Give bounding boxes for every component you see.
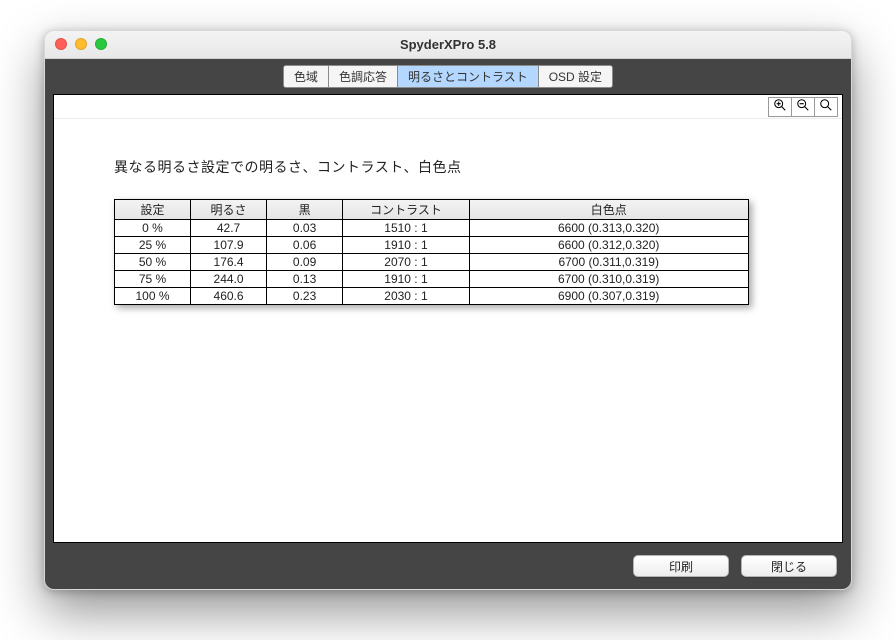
cell-4-0: 100 % bbox=[115, 288, 191, 305]
cell-4-4: 6900 (0.307,0.319) bbox=[469, 288, 748, 305]
magnifier-icon bbox=[819, 98, 833, 115]
table-row: 100 %460.60.232030 : 16900 (0.307,0.319) bbox=[115, 288, 749, 305]
cell-1-1: 107.9 bbox=[191, 237, 267, 254]
col-header-4: 白色点 bbox=[469, 200, 748, 220]
window-controls bbox=[55, 38, 107, 50]
table-row: 75 %244.00.131910 : 16700 (0.310,0.319) bbox=[115, 271, 749, 288]
zoom-window-button[interactable] bbox=[95, 38, 107, 50]
window-title: SpyderXPro 5.8 bbox=[400, 37, 496, 52]
cell-0-3: 1510 : 1 bbox=[343, 220, 470, 237]
report-page: 異なる明るさ設定での明るさ、コントラスト、白色点 設定明るさ黒コントラスト白色点… bbox=[54, 119, 842, 542]
cell-1-2: 0.06 bbox=[267, 237, 343, 254]
tab-3[interactable]: OSD 設定 bbox=[539, 66, 612, 87]
close-button[interactable]: 閉じる bbox=[741, 555, 837, 577]
brightness-table: 設定明るさ黒コントラスト白色点 0 %42.70.031510 : 16600 … bbox=[114, 199, 749, 305]
col-header-0: 設定 bbox=[115, 200, 191, 220]
cell-2-1: 176.4 bbox=[191, 254, 267, 271]
close-window-button[interactable] bbox=[55, 38, 67, 50]
zoom-out-button[interactable] bbox=[791, 97, 815, 117]
cell-4-1: 460.6 bbox=[191, 288, 267, 305]
report-viewer: 異なる明るさ設定での明るさ、コントラスト、白色点 設定明るさ黒コントラスト白色点… bbox=[53, 94, 843, 543]
zoom-fit-button[interactable] bbox=[814, 97, 838, 117]
cell-0-4: 6600 (0.313,0.320) bbox=[469, 220, 748, 237]
cell-3-3: 1910 : 1 bbox=[343, 271, 470, 288]
zoom-out-icon bbox=[796, 98, 810, 115]
tab-2[interactable]: 明るさとコントラスト bbox=[398, 66, 539, 87]
cell-2-2: 0.09 bbox=[267, 254, 343, 271]
tab-1[interactable]: 色調応答 bbox=[329, 66, 398, 87]
cell-2-3: 2070 : 1 bbox=[343, 254, 470, 271]
cell-3-0: 75 % bbox=[115, 271, 191, 288]
cell-3-1: 244.0 bbox=[191, 271, 267, 288]
cell-1-3: 1910 : 1 bbox=[343, 237, 470, 254]
cell-0-2: 0.03 bbox=[267, 220, 343, 237]
app-window: SpyderXPro 5.8 色域色調応答明るさとコントラストOSD 設定 bbox=[44, 30, 852, 590]
titlebar: SpyderXPro 5.8 bbox=[45, 31, 851, 59]
cell-0-1: 42.7 bbox=[191, 220, 267, 237]
tabbar: 色域色調応答明るさとコントラストOSD 設定 bbox=[283, 65, 613, 88]
data-table-wrapper: 設定明るさ黒コントラスト白色点 0 %42.70.031510 : 16600 … bbox=[114, 199, 749, 305]
minimize-window-button[interactable] bbox=[75, 38, 87, 50]
footer: 印刷 閉じる bbox=[53, 543, 843, 577]
tab-0[interactable]: 色域 bbox=[284, 66, 329, 87]
cell-1-4: 6600 (0.312,0.320) bbox=[469, 237, 748, 254]
cell-2-4: 6700 (0.311,0.319) bbox=[469, 254, 748, 271]
print-button[interactable]: 印刷 bbox=[633, 555, 729, 577]
table-row: 25 %107.90.061910 : 16600 (0.312,0.320) bbox=[115, 237, 749, 254]
zoom-in-button[interactable] bbox=[768, 97, 792, 117]
col-header-2: 黒 bbox=[267, 200, 343, 220]
cell-3-4: 6700 (0.310,0.319) bbox=[469, 271, 748, 288]
tabs-container: 色域色調応答明るさとコントラストOSD 設定 bbox=[53, 65, 843, 88]
cell-4-2: 0.23 bbox=[267, 288, 343, 305]
content-frame: 色域色調応答明るさとコントラストOSD 設定 bbox=[45, 59, 851, 589]
table-row: 0 %42.70.031510 : 16600 (0.313,0.320) bbox=[115, 220, 749, 237]
cell-3-2: 0.13 bbox=[267, 271, 343, 288]
col-header-3: コントラスト bbox=[343, 200, 470, 220]
cell-0-0: 0 % bbox=[115, 220, 191, 237]
cell-2-0: 50 % bbox=[115, 254, 191, 271]
zoom-toolbar bbox=[54, 95, 842, 119]
cell-4-3: 2030 : 1 bbox=[343, 288, 470, 305]
page-heading: 異なる明るさ設定での明るさ、コントラスト、白色点 bbox=[114, 157, 782, 177]
cell-1-0: 25 % bbox=[115, 237, 191, 254]
table-row: 50 %176.40.092070 : 16700 (0.311,0.319) bbox=[115, 254, 749, 271]
zoom-in-icon bbox=[773, 98, 787, 115]
col-header-1: 明るさ bbox=[191, 200, 267, 220]
